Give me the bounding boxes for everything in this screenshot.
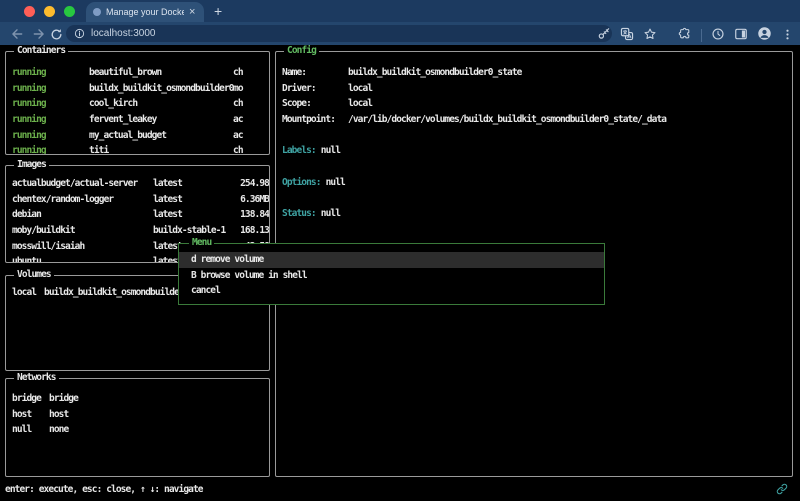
back-icon[interactable] (10, 26, 24, 45)
config-meta-status: Status:null (282, 206, 792, 222)
extensions-puzzle-icon[interactable] (678, 26, 692, 45)
menu-item-cancel[interactable]: cancel (179, 283, 604, 299)
url-text[interactable]: localhost:3000 (91, 28, 156, 39)
browser-toolbar: localhost:3000 (0, 22, 800, 45)
menu-item-remove-volume[interactable]: d remove volume (179, 252, 604, 268)
config-panel-title: Config (284, 45, 319, 56)
volumes-panel-title: Volumes (14, 269, 54, 280)
tab-title: Manage your Docker fleet wi (106, 7, 184, 17)
more-menu-kebab-icon[interactable] (781, 26, 794, 45)
config-field: Name: buildx_buildkit_osmondbuilder0_sta… (282, 65, 792, 81)
translate-icon[interactable] (620, 26, 634, 45)
menu-popup-title: Menu (189, 237, 214, 248)
link-icon[interactable] (776, 483, 788, 498)
image-row[interactable]: actualbudget/actual-server latest 254.98 (12, 176, 269, 192)
toolbar-separator (701, 29, 702, 42)
toolbar-right-icons (597, 26, 794, 45)
networks-panel-title: Networks (14, 372, 59, 383)
password-key-icon[interactable] (597, 26, 611, 45)
container-row[interactable]: running fervent_leakey ac (12, 112, 269, 128)
container-row[interactable]: running cool_kirch ch (12, 96, 269, 112)
tab-strip: Manage your Docker fleet wi × + (0, 0, 800, 22)
profile-avatar-icon[interactable] (757, 26, 772, 45)
container-row[interactable]: running beautiful_brown ch (12, 65, 269, 81)
page-info-icon[interactable] (74, 28, 85, 39)
address-bar[interactable]: localhost:3000 (66, 25, 612, 42)
config-meta-labels: Labels:null (282, 143, 792, 159)
docker-tui: Containers running beautiful_brown ch ru… (0, 45, 800, 501)
image-row[interactable]: chentex/random-logger latest 6.36MB (12, 192, 269, 208)
traffic-lights (24, 6, 75, 17)
network-row[interactable]: bridge bridge (12, 391, 269, 407)
menu-popup: Menu d remove volume B browse volume in … (178, 243, 605, 305)
zoom-window-button[interactable] (64, 6, 75, 17)
config-meta-options: Options:null (282, 175, 792, 191)
container-row[interactable]: running my_actual_budget ac (12, 128, 269, 144)
container-row[interactable]: running buildx_buildkit_osmondbuilder0 m… (12, 81, 269, 97)
reload-icon[interactable] (50, 26, 63, 45)
containers-panel-title: Containers (14, 45, 68, 56)
config-field: Mountpoint: /var/lib/docker/volumes/buil… (282, 112, 792, 128)
browser-window: Manage your Docker fleet wi × + localhos… (0, 0, 800, 501)
minimize-window-button[interactable] (44, 6, 55, 17)
menu-item-browse-volume[interactable]: B browse volume in shell (179, 268, 604, 284)
status-bar-hints: enter: execute, esc: close, ↑ ↓: navigat… (5, 482, 203, 498)
tab-close-icon[interactable]: × (189, 7, 195, 17)
image-row[interactable]: moby/buildkit buildx-stable-1 168.13 (12, 223, 269, 239)
container-row[interactable]: running titi ch (12, 143, 269, 154)
image-row[interactable]: debian latest 138.84 (12, 207, 269, 223)
network-row[interactable]: null none (12, 422, 269, 438)
networks-panel: Networks bridge bridge host host null no… (5, 378, 270, 477)
side-panel-icon[interactable] (734, 26, 748, 45)
browser-tab[interactable]: Manage your Docker fleet wi × (86, 2, 204, 22)
close-window-button[interactable] (24, 6, 35, 17)
extension-icon[interactable] (711, 26, 725, 45)
bookmark-star-icon[interactable] (643, 26, 657, 45)
containers-panel: Containers running beautiful_brown ch ru… (5, 51, 270, 155)
tab-favicon-icon (93, 8, 101, 16)
images-panel-title: Images (14, 159, 49, 170)
config-field: Driver: local (282, 81, 792, 97)
network-row[interactable]: host host (12, 407, 269, 423)
new-tab-button[interactable]: + (214, 3, 222, 19)
forward-icon[interactable] (32, 26, 46, 45)
config-field: Scope: local (282, 96, 792, 112)
